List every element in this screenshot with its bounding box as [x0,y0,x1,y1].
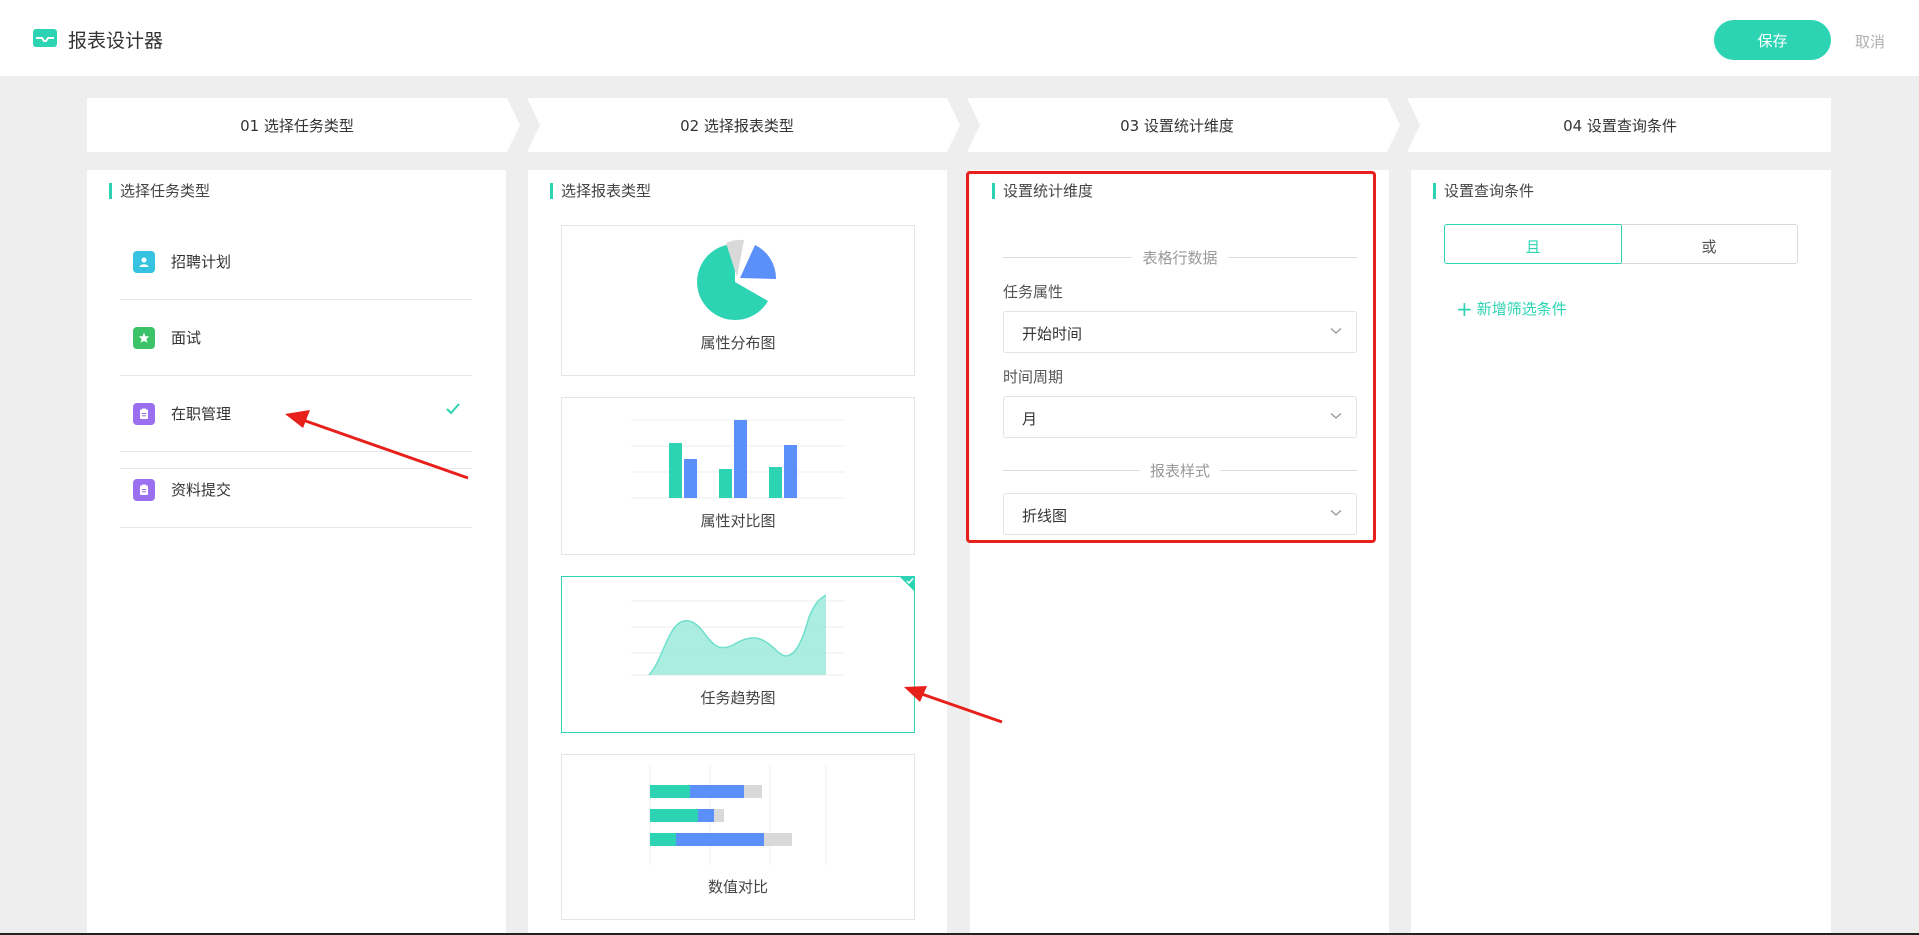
app-title: 报表设计器 [68,30,164,52]
card-label: 数值对比 [707,878,768,896]
app-logo-icon [33,29,57,47]
and-toggle-button[interactable]: 且 [1444,224,1622,264]
task-item-label: 招聘计划 [171,253,232,271]
stacked-bar-icon [649,765,827,865]
step-bar: 01 选择任务类型 02 选择报表类型 03 设置统计维度 04 设置查询条件 [87,98,1831,152]
report-card-attribute-comparison[interactable]: 属性对比图 [561,397,915,555]
time-period-select[interactable]: 月 [1003,396,1357,438]
card-label: 属性对比图 [700,512,776,530]
person-icon [133,251,155,273]
cancel-button[interactable]: 取消 [1855,31,1885,52]
dimension-panel: 设置统计维度 表格行数据 任务属性 开始时间 时间周期 月 报表样式 折线图 [970,170,1389,935]
query-condition-panel: 设置查询条件 且 或 + 新增筛选条件 [1411,170,1831,935]
chevron-down-icon [1330,413,1342,419]
step-1-select-task-type[interactable]: 01 选择任务类型 [147,115,447,136]
area-chart-icon [631,594,845,676]
task-attribute-select[interactable]: 开始时间 [1003,311,1357,353]
panel-title: 设置统计维度 [992,183,1093,199]
chevron-down-icon [1330,328,1342,334]
task-item-document-submission[interactable]: 资料提交 [120,452,472,528]
clipboard-icon [133,479,155,501]
clipboard-icon [133,403,155,425]
task-item-label: 在职管理 [171,405,232,423]
report-type-panel: 选择报表类型 属性分布图 属性对比图 任务趋势图 数值对比 [528,170,947,935]
step-4-set-query[interactable]: 04 设置查询条件 [1470,115,1770,136]
step-2-select-report-type[interactable]: 02 选择报表类型 [587,115,887,136]
report-card-task-trend[interactable]: 任务趋势图 [561,576,915,733]
report-card-attribute-distribution[interactable]: 属性分布图 [561,225,915,376]
add-filter-button[interactable]: + 新增筛选条件 [1456,297,1567,321]
or-toggle-button[interactable]: 或 [1621,224,1798,264]
chevron-down-icon [1330,510,1342,516]
select-value: 折线图 [1022,507,1068,525]
panel-title: 选择任务类型 [109,183,210,199]
bar-chart-icon [631,419,845,499]
panel-title: 设置查询条件 [1433,183,1534,199]
select-value: 月 [1022,410,1038,428]
section-divider-row-data: 表格行数据 [1003,247,1357,267]
time-period-label: 时间周期 [1003,368,1064,386]
section-title: 报表样式 [1139,462,1220,480]
pie-chart-icon [697,239,777,320]
report-card-value-comparison[interactable]: 数值对比 [561,754,915,920]
and-label: 且 [1525,238,1541,256]
task-item-label: 资料提交 [171,481,232,499]
step-3-set-dimensions[interactable]: 03 设置统计维度 [1027,115,1327,136]
top-bar: 报表设计器 保存 取消 [0,0,1919,76]
task-item-label: 面试 [171,329,202,347]
card-label: 属性分布图 [700,334,776,352]
or-label: 或 [1701,238,1717,256]
task-item-interview[interactable]: 面试 [120,300,472,376]
section-divider-report-style: 报表样式 [1003,460,1357,480]
section-title: 表格行数据 [1132,249,1228,267]
task-item-employment-management[interactable]: 在职管理 [120,376,472,452]
card-label: 任务趋势图 [700,689,776,707]
task-item-recruitment-plan[interactable]: 招聘计划 [120,224,472,300]
panel-title: 选择报表类型 [550,183,651,199]
task-attribute-label: 任务属性 [1003,283,1064,301]
select-value: 开始时间 [1022,325,1083,343]
add-filter-label: 新增筛选条件 [1476,300,1567,318]
star-icon [133,327,155,349]
checkmark-icon [446,403,460,415]
plus-icon: + [1456,297,1473,321]
report-style-select[interactable]: 折线图 [1003,493,1357,535]
selected-corner-check-icon [899,576,915,592]
save-button[interactable]: 保存 [1714,20,1831,60]
